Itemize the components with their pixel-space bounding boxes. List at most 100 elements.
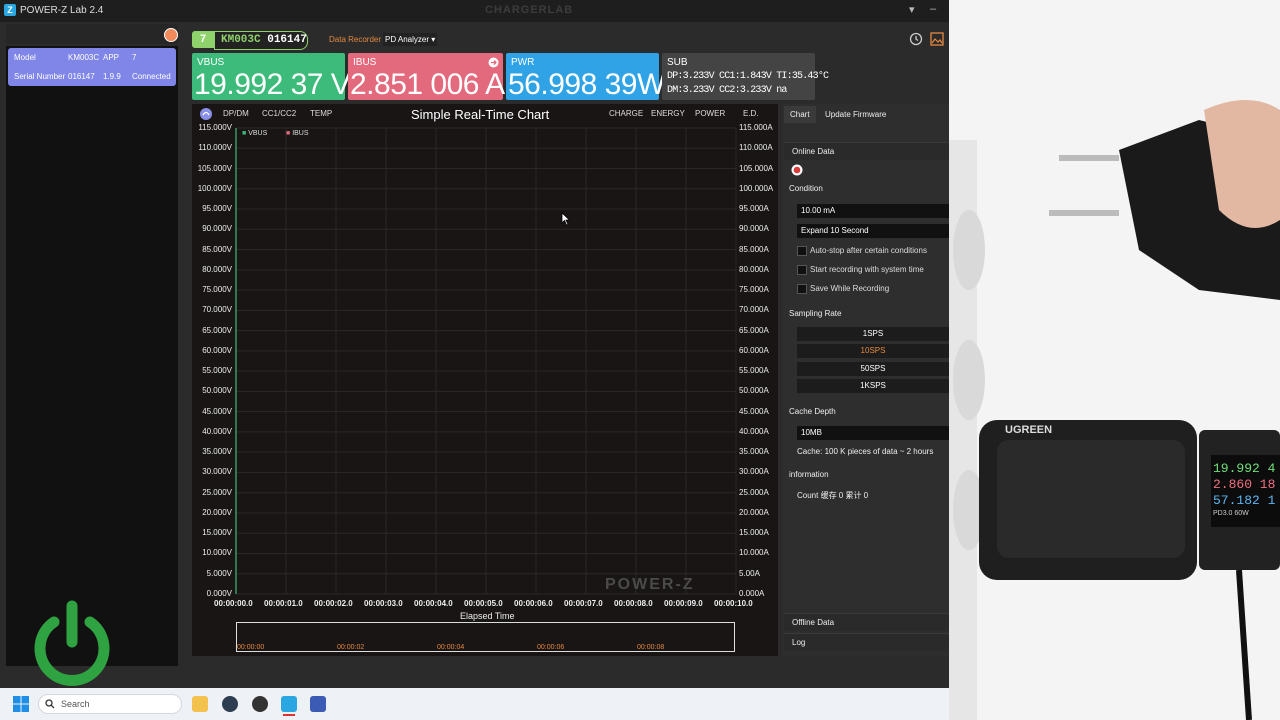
- active-app-indicator: [283, 714, 295, 716]
- overview-tick-label: 00:00:04: [437, 644, 465, 651]
- online-data-header[interactable]: Online Data: [784, 142, 949, 160]
- power-z-app-icon[interactable]: [281, 696, 297, 712]
- search-icon: [45, 699, 55, 709]
- y-left-tick-label: 50.000V: [202, 386, 232, 396]
- y-left-tick-label: 115.000V: [198, 123, 232, 132]
- y-right-tick-label: 0.000A: [739, 589, 765, 598]
- overview-tick-label: 00:00:00: [237, 644, 265, 651]
- y-left-tick-label: 100.000V: [197, 183, 232, 193]
- auto-stop-label: Auto-stop after certain conditions: [810, 246, 927, 255]
- photo-meter-voltage: 19.992 4: [1213, 461, 1276, 476]
- tab-update-firmware[interactable]: Update Firmware: [819, 106, 892, 123]
- rate-50sps[interactable]: 50SPS: [797, 362, 949, 376]
- y-left-tick-label: 65.000V: [202, 325, 232, 335]
- x-tick-label: 00:00:01.0: [264, 599, 303, 608]
- y-right-tick-label: 75.000A: [739, 285, 769, 295]
- taskbar-search[interactable]: Search: [38, 694, 182, 714]
- charger-brand: UGREEN: [1005, 424, 1053, 436]
- y-left-tick-label: 35.000V: [202, 447, 232, 457]
- save-app-icon[interactable]: [310, 696, 326, 712]
- y-left-tick-label: 0.000V: [206, 589, 232, 598]
- browser-icon[interactable]: [252, 696, 268, 712]
- y-right-tick-label: 85.000A: [739, 244, 769, 254]
- system-time-checkbox[interactable]: [797, 265, 807, 275]
- rate-10sps[interactable]: 10SPS: [797, 344, 949, 358]
- camera-app-icon[interactable]: [222, 696, 238, 712]
- watermark: POWER-Z: [605, 576, 695, 593]
- count-text: Count 缓存 0 累计 0: [797, 491, 869, 500]
- y-left-tick-label: 85.000V: [202, 244, 232, 254]
- condition-label: Condition: [789, 184, 823, 193]
- rate-1ksps[interactable]: 1KSPS: [797, 379, 949, 393]
- y-left-tick-label: 20.000V: [202, 507, 232, 517]
- y-left-tick-label: 80.000V: [202, 264, 232, 274]
- auto-stop-checkbox[interactable]: [797, 246, 807, 256]
- log-header[interactable]: Log: [784, 633, 949, 651]
- cache-depth-select[interactable]: 10MB: [797, 426, 949, 440]
- y-left-tick-label: 10.000V: [202, 548, 232, 558]
- tab-chart[interactable]: Chart: [784, 106, 816, 123]
- cache-depth-label: Cache Depth: [789, 407, 836, 416]
- overview-tick-label: 00:00:06: [537, 644, 565, 651]
- y-right-tick-label: 10.000A: [739, 548, 769, 558]
- x-tick-label: 00:00:03.0: [364, 599, 403, 608]
- x-tick-label: 00:00:02.0: [314, 599, 353, 608]
- x-tick-label: 00:00:09.0: [664, 599, 703, 608]
- y-right-tick-label: 25.000A: [739, 487, 769, 497]
- y-left-tick-label: 55.000V: [202, 366, 232, 376]
- x-tick-label: 00:00:08.0: [614, 599, 653, 608]
- x-tick-label: 00:00:06.0: [514, 599, 553, 608]
- y-right-tick-label: 30.000A: [739, 467, 769, 477]
- y-right-tick-label: 60.000A: [739, 345, 769, 355]
- x-tick-label: 00:00:00.0: [214, 599, 253, 608]
- sampling-rate-label: Sampling Rate: [789, 309, 842, 318]
- y-right-tick-label: 50.000A: [739, 386, 769, 396]
- y-left-tick-label: 45.000V: [202, 406, 232, 416]
- charger-photo-illustration: [949, 0, 1280, 720]
- y-right-tick-label: 95.000A: [739, 204, 769, 214]
- mouse-cursor-icon: [561, 212, 571, 226]
- offline-data-header[interactable]: Offline Data: [784, 613, 949, 631]
- y-right-tick-label: 40.000A: [739, 426, 769, 436]
- condition-input[interactable]: 10.00 mA: [797, 204, 949, 218]
- rate-1sps[interactable]: 1SPS: [797, 327, 949, 341]
- y-left-tick-label: 70.000V: [202, 305, 232, 315]
- cache-info: Cache: 100 K pieces of data ~ 2 hours: [797, 447, 934, 456]
- record-icon[interactable]: [791, 164, 803, 176]
- system-time-label: Start recording with system time: [810, 265, 924, 274]
- y-left-tick-label: 95.000V: [202, 204, 232, 214]
- y-left-tick-label: 30.000V: [202, 467, 232, 477]
- y-right-tick-label: 65.000A: [739, 325, 769, 335]
- y-left-tick-label: 40.000V: [202, 426, 232, 436]
- y-right-tick-label: 5.00A: [739, 568, 760, 578]
- x-axis-label: Elapsed Time: [460, 611, 515, 621]
- y-right-tick-label: 15.000A: [739, 528, 769, 538]
- y-right-tick-label: 90.000A: [739, 224, 769, 234]
- save-recording-label: Save While Recording: [810, 284, 890, 293]
- y-right-tick-label: 100.000A: [739, 183, 774, 193]
- save-recording-checkbox[interactable]: [797, 284, 807, 294]
- y-right-tick-label: 80.000A: [739, 264, 769, 274]
- y-right-tick-label: 105.000A: [739, 163, 774, 173]
- expand-select[interactable]: Expand 10 Second: [797, 224, 949, 238]
- y-right-tick-label: 20.000A: [739, 507, 769, 517]
- y-left-tick-label: 90.000V: [202, 224, 232, 234]
- x-tick-label: 00:00:04.0: [414, 599, 453, 608]
- y-right-tick-label: 70.000A: [739, 305, 769, 315]
- y-left-tick-label: 5.000V: [206, 568, 232, 578]
- y-right-tick-label: 45.000A: [739, 406, 769, 416]
- y-left-tick-label: 110.000V: [198, 143, 232, 153]
- y-left-tick-label: 75.000V: [202, 285, 232, 295]
- x-tick-label: 00:00:07.0: [564, 599, 603, 608]
- y-right-tick-label: 55.000A: [739, 366, 769, 376]
- overview-tick-label: 00:00:02: [337, 644, 365, 651]
- photo-meter-mode: PD3.0 60W: [1213, 510, 1249, 517]
- photo-meter-current: 2.860 18: [1213, 477, 1276, 492]
- y-left-tick-label: 15.000V: [202, 528, 232, 538]
- hardware-photo: UGREEN 19.992 4 2.860 18 57.182 1 PD3.0 …: [949, 0, 1280, 720]
- windows-start-icon[interactable]: [13, 696, 29, 712]
- y-left-tick-label: 60.000V: [202, 345, 232, 355]
- overview-tick-label: 00:00:08: [637, 644, 665, 651]
- information-label: information: [789, 470, 829, 479]
- file-explorer-icon[interactable]: [192, 696, 208, 712]
